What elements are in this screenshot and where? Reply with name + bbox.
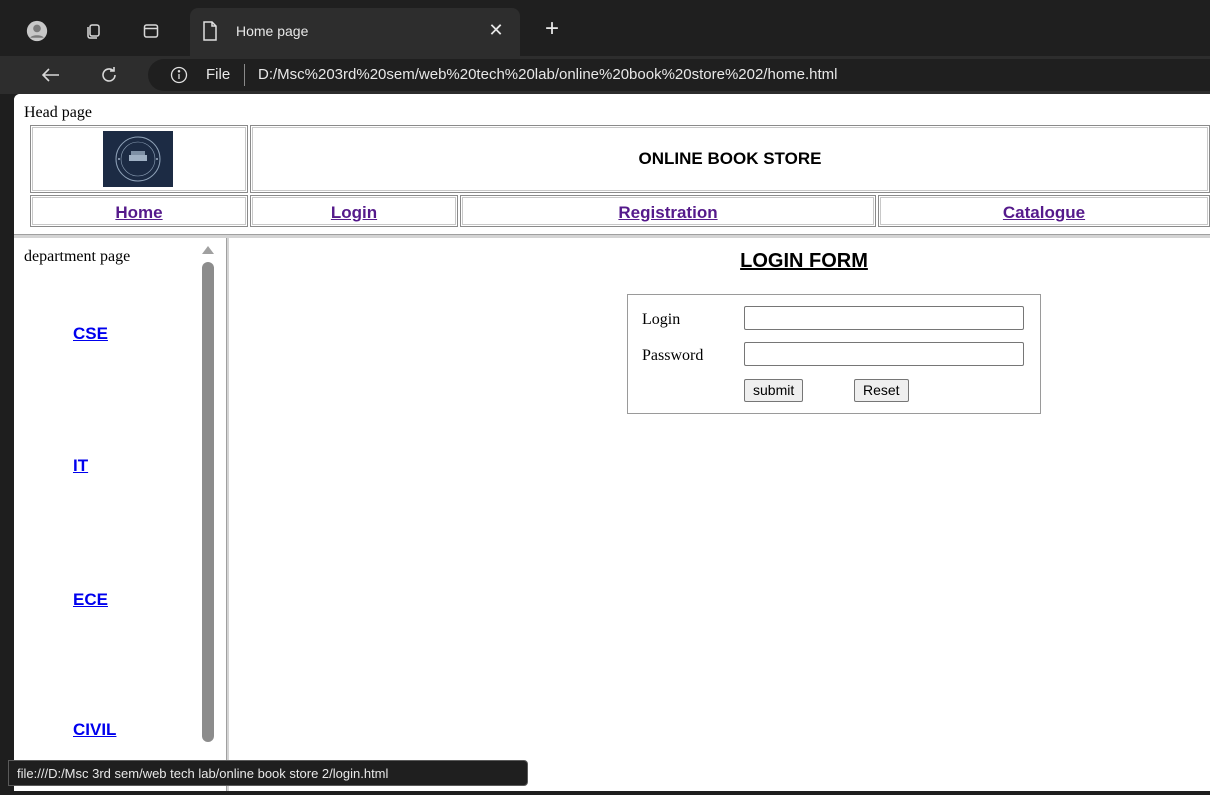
logo-cell	[30, 125, 248, 193]
nav-link-catalogue[interactable]: Catalogue	[879, 203, 1209, 223]
login-input[interactable]	[744, 306, 1024, 330]
page-icon	[202, 21, 222, 43]
password-label: Password	[642, 347, 704, 364]
dept-link-cse[interactable]: CSE	[73, 324, 108, 344]
department-page-label: department page	[24, 248, 131, 265]
content-frame: LOGIN FORM Login Password submit Reset	[229, 238, 1210, 791]
tab-actions-icon[interactable]	[140, 20, 162, 42]
nav-cell-registration: Registration	[460, 195, 876, 227]
url-bar[interactable]: File D:/Msc%203rd%20sem/web%20tech%20lab…	[148, 59, 1210, 91]
scroll-up-arrow-icon[interactable]	[202, 246, 214, 254]
department-frame: department page CSE IT ECE CIVIL	[14, 238, 226, 791]
collections-icon[interactable]	[82, 20, 104, 42]
file-scheme-label: File	[206, 66, 231, 83]
profile-avatar-icon[interactable]	[26, 20, 48, 42]
url-divider	[244, 64, 245, 86]
nav-cell-home: Home	[30, 195, 248, 227]
nav-cell-login: Login	[250, 195, 458, 227]
url-text[interactable]: D:/Msc%203rd%20sem/web%20tech%20lab/onli…	[258, 66, 838, 83]
login-label: Login	[642, 311, 681, 328]
page-viewport: Head page ONLINE BOOK STORE Home Login R…	[14, 94, 1210, 791]
login-form-title: LOGIN FORM	[740, 250, 868, 272]
address-toolbar: File D:/Msc%203rd%20sem/web%20tech%20lab…	[0, 56, 1210, 94]
nav-link-login[interactable]: Login	[251, 203, 457, 223]
browser-tab-bar: Home page ✕ +	[0, 0, 1210, 56]
nav-link-home[interactable]: Home	[31, 203, 247, 223]
reset-button[interactable]: Reset	[854, 379, 909, 402]
tab-title: Home page	[236, 23, 309, 39]
dept-link-ece[interactable]: ECE	[73, 590, 108, 610]
dept-link-it[interactable]: IT	[73, 456, 88, 476]
head-page-label: Head page	[24, 104, 92, 121]
status-url-tooltip: file:///D:/Msc 3rd sem/web tech lab/onli…	[8, 760, 528, 786]
nav-cell-catalogue: Catalogue	[878, 195, 1210, 227]
password-input[interactable]	[744, 342, 1024, 366]
nav-link-registration[interactable]: Registration	[461, 203, 875, 223]
head-frame: Head page ONLINE BOOK STORE Home Login R…	[14, 94, 1210, 234]
browser-tab-home[interactable]: Home page ✕	[190, 8, 520, 56]
back-arrow-icon[interactable]	[38, 62, 64, 88]
info-icon[interactable]	[170, 66, 188, 84]
new-tab-button[interactable]: +	[540, 17, 564, 42]
login-form-box: Login Password submit Reset	[627, 294, 1041, 414]
store-logo	[103, 131, 173, 187]
close-tab-icon[interactable]: ✕	[486, 20, 506, 40]
title-cell: ONLINE BOOK STORE	[250, 125, 1210, 193]
submit-button[interactable]: submit	[744, 379, 804, 402]
refresh-icon[interactable]	[96, 62, 122, 88]
store-title: ONLINE BOOK STORE	[638, 149, 822, 168]
dept-link-civil[interactable]: CIVIL	[73, 720, 116, 740]
scrollbar-thumb[interactable]	[202, 262, 214, 742]
